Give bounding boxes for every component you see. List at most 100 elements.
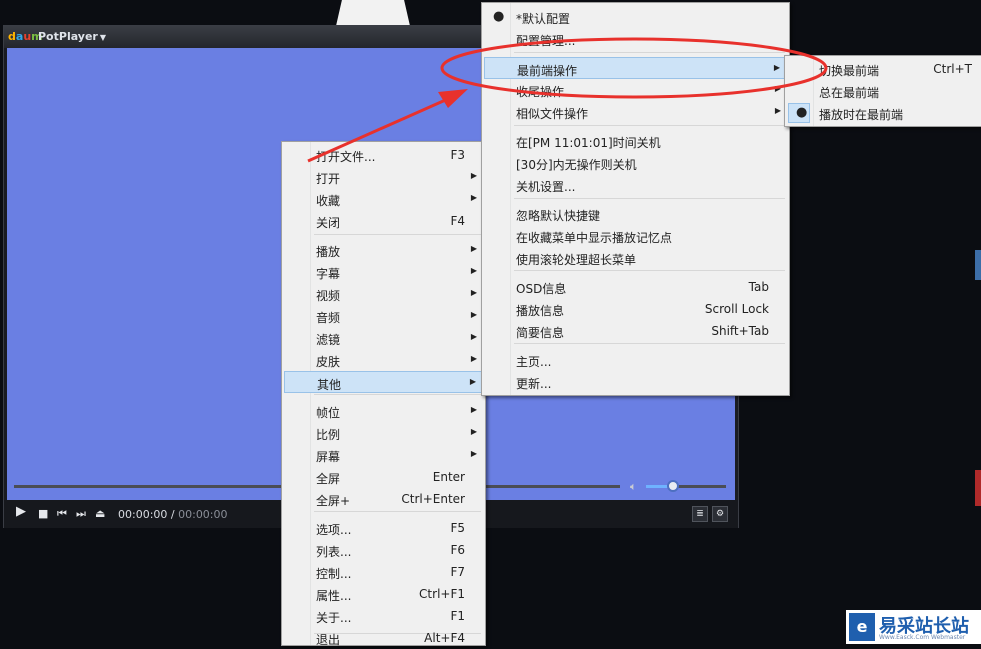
- menu-item-label: 切换最前端: [819, 64, 880, 78]
- menu-separator: [514, 198, 785, 199]
- main-menu-item[interactable]: 音频 ▶: [284, 305, 483, 327]
- menu-item-shortcut: F4: [450, 214, 465, 228]
- app-menu-button[interactable]: PotPlayer ▼: [38, 30, 106, 43]
- main-menu-item[interactable]: 选项... F5: [284, 517, 483, 539]
- main-menu-item[interactable]: 屏幕 ▶: [284, 444, 483, 466]
- main-menu-item[interactable]: 其他 ▶: [284, 371, 483, 393]
- previous-icon[interactable]: ⏮: [57, 507, 67, 520]
- menu-separator: [514, 270, 785, 271]
- next-icon[interactable]: ⏭: [76, 507, 86, 520]
- main-menu-item[interactable]: 退出 Alt+F4: [284, 627, 483, 649]
- gear-icon[interactable]: ⚙: [712, 506, 728, 522]
- main-menu-item[interactable]: 控制... F7: [284, 561, 483, 583]
- stop-icon[interactable]: ■: [38, 507, 48, 520]
- other-menu-item[interactable]: 播放信息 Scroll Lock: [484, 298, 787, 320]
- duration: 00:00:00: [178, 508, 228, 521]
- menu-item-shortcut: F3: [450, 148, 465, 162]
- main-menu-item[interactable]: 比例 ▶: [284, 422, 483, 444]
- menu-item-label: 最前端操作: [517, 64, 578, 78]
- menu-item-label: 全屏: [316, 472, 341, 486]
- main-menu-item[interactable]: 收藏 ▶: [284, 188, 483, 210]
- other-menu-item[interactable]: 使用滚轮处理超长菜单: [484, 247, 787, 269]
- menu-item-label: 在[PM 11:01:01]时间关机: [516, 136, 661, 150]
- menu-item-label: 列表...: [316, 545, 352, 559]
- other-menu-item[interactable]: ● *默认配置: [484, 6, 787, 28]
- other-menu-item[interactable]: 配置管理...: [484, 28, 787, 50]
- menu-separator: [314, 234, 481, 235]
- menu-item-label: 屏幕: [316, 450, 341, 464]
- main-menu-item[interactable]: 关于... F1: [284, 605, 483, 627]
- volume-knob[interactable]: [667, 480, 679, 492]
- other-menu-item[interactable]: 收尾操作 ▶: [484, 79, 787, 101]
- submenu-arrow-icon: ▶: [470, 427, 477, 436]
- menu-item-label: 比例: [316, 428, 341, 442]
- submenu-arrow-icon: ▶: [774, 84, 781, 93]
- menu-item-shortcut: F6: [450, 543, 465, 557]
- main-menu-item[interactable]: 滤镜 ▶: [284, 327, 483, 349]
- main-menu-item[interactable]: 播放 ▶: [284, 239, 483, 261]
- submenu-arrow-icon: ▶: [773, 63, 780, 72]
- other-menu-item[interactable]: 更新...: [484, 371, 787, 393]
- other-menu-item[interactable]: 在收藏菜单中显示播放记忆点: [484, 225, 787, 247]
- menu-item-label: 在收藏菜单中显示播放记忆点: [516, 231, 673, 245]
- menu-item-label: 主页...: [516, 355, 552, 369]
- menu-item-label: *默认配置: [516, 12, 571, 26]
- menu-item-shortcut: Shift+Tab: [711, 324, 769, 338]
- other-menu-item[interactable]: 相似文件操作 ▶: [484, 101, 787, 123]
- submenu-arrow-icon: ▶: [470, 244, 477, 253]
- main-menu-item[interactable]: 列表... F6: [284, 539, 483, 561]
- main-menu-item[interactable]: 帧位 ▶: [284, 400, 483, 422]
- main-menu-item[interactable]: 关闭 F4: [284, 210, 483, 232]
- current-time: 00:00:00 /: [118, 508, 175, 521]
- topmost-menu-item[interactable]: ● 播放时在最前端: [787, 102, 980, 124]
- topmost-menu-item[interactable]: 总在最前端: [787, 80, 980, 102]
- topmost-menu-item[interactable]: 切换最前端 Ctrl+T: [787, 58, 980, 80]
- main-menu-item[interactable]: 全屏+ Ctrl+Enter: [284, 488, 483, 510]
- main-menu-item[interactable]: 打开 ▶: [284, 166, 483, 188]
- other-menu-item[interactable]: OSD信息 Tab: [484, 276, 787, 298]
- menu-item-label: 控制...: [316, 567, 352, 581]
- menu-item-label: 总在最前端: [819, 86, 880, 100]
- volume-icon[interactable]: 🔈︎: [630, 480, 637, 494]
- menu-item-label: 收藏: [316, 194, 341, 208]
- other-menu-item[interactable]: 在[PM 11:01:01]时间关机: [484, 130, 787, 152]
- menu-item-label: 配置管理...: [516, 34, 576, 48]
- menu-item-label: 滤镜: [316, 333, 341, 347]
- watermark-subtext: Www.Easck.Com Webmaster: [879, 634, 966, 641]
- main-menu-item[interactable]: 打开文件... F3: [284, 144, 483, 166]
- main-menu-item[interactable]: 皮肤 ▶: [284, 349, 483, 371]
- submenu-arrow-icon: ▶: [470, 405, 477, 414]
- menu-item-shortcut: Ctrl+T: [933, 62, 972, 76]
- watermark: e 易采站长站 Www.Easck.Com Webmaster: [846, 610, 981, 644]
- other-menu-item[interactable]: 主页...: [484, 349, 787, 371]
- context-menu-other: ● *默认配置 配置管理... 最前端操作 ▶ 收尾操作 ▶ 相似文件操作 ▶ 在[PM 11:0…: [481, 2, 790, 396]
- menu-item-label: 打开: [316, 172, 341, 186]
- radio-dot-icon: ●: [796, 105, 808, 120]
- main-menu-item[interactable]: 字幕 ▶: [284, 261, 483, 283]
- main-menu-item[interactable]: 属性... Ctrl+F1: [284, 583, 483, 605]
- other-menu-item[interactable]: 最前端操作 ▶: [484, 57, 787, 79]
- main-menu-item[interactable]: 视频 ▶: [284, 283, 483, 305]
- volume-track[interactable]: [676, 485, 726, 488]
- other-menu-item[interactable]: [30分]内无操作则关机: [484, 152, 787, 174]
- radio-dot-icon: ●: [493, 9, 505, 24]
- menu-item-label: 使用滚轮处理超长菜单: [516, 253, 637, 267]
- other-menu-item[interactable]: 忽略默认快捷键: [484, 203, 787, 225]
- submenu-arrow-icon: ▶: [470, 310, 477, 319]
- submenu-arrow-icon: ▶: [470, 266, 477, 275]
- menu-item-label: 视频: [316, 289, 341, 303]
- menu-item-label: 播放信息: [516, 304, 565, 318]
- menu-item-label: 更新...: [516, 377, 552, 391]
- eject-icon[interactable]: ⏏: [95, 507, 105, 520]
- play-icon[interactable]: ▶: [16, 505, 26, 518]
- submenu-arrow-icon: ▶: [470, 193, 477, 202]
- menu-item-label: 帧位: [316, 406, 341, 420]
- menu-item-shortcut: Ctrl+Enter: [401, 492, 465, 506]
- playlist-icon[interactable]: ≣: [692, 506, 708, 522]
- menu-item-shortcut: F7: [450, 565, 465, 579]
- other-menu-item[interactable]: 简要信息 Shift+Tab: [484, 320, 787, 342]
- submenu-arrow-icon: ▶: [470, 449, 477, 458]
- menu-separator: [314, 394, 481, 395]
- other-menu-item[interactable]: 关机设置...: [484, 174, 787, 196]
- main-menu-item[interactable]: 全屏 Enter: [284, 466, 483, 488]
